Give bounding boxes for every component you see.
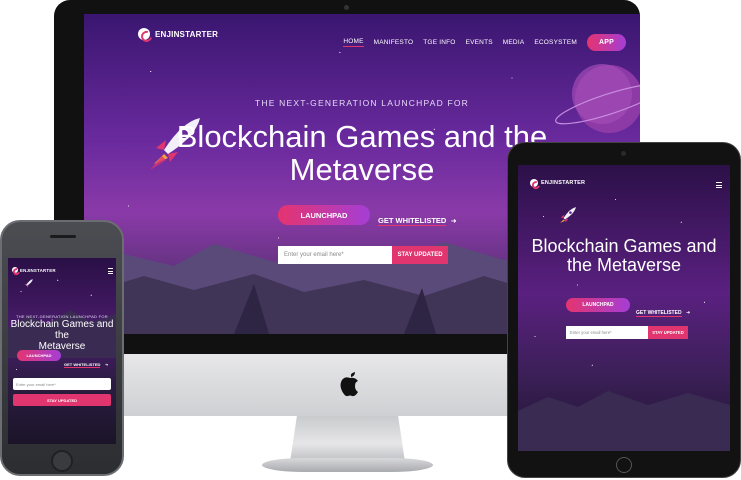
tablet-launchpad-button[interactable]: LAUNCHPAD [566, 298, 630, 312]
ipad-device: ENJINSTARTER Blockchain Games and the Me… [507, 142, 741, 478]
tablet-logo-icon [530, 179, 538, 187]
phone-launchpad-button[interactable]: LAUNCHPAD [17, 350, 61, 361]
tablet-arrow-right-icon: ➜ [686, 310, 691, 316]
phone-get-whitelisted-link[interactable]: GET WHITELISTED ➜ [64, 353, 108, 371]
phone-brand-name: ENJINSTARTER [20, 267, 56, 273]
arrow-right-icon: ➜ [450, 218, 457, 225]
tablet-hamburger-menu-icon[interactable] [716, 182, 722, 188]
main-nav: HOME MANIFESTO TGE INFO EVENTS MEDIA ECO… [343, 34, 626, 51]
imac-camera [344, 5, 349, 10]
get-whitelisted-label: GET WHITELISTED [378, 216, 447, 226]
enjinstarter-logo-icon [138, 28, 150, 40]
nav-item-tge-info[interactable]: TGE INFO [423, 39, 455, 46]
tablet-whitelist-label: GET WHITELISTED [636, 310, 682, 317]
ipad-screen: ENJINSTARTER Blockchain Games and the Me… [518, 165, 730, 451]
nav-item-manifesto[interactable]: MANIFESTO [374, 39, 414, 46]
phone-logo-icon [12, 267, 18, 273]
tablet-hero-background: ENJINSTARTER Blockchain Games and the Me… [518, 165, 730, 451]
tablet-get-whitelisted-link[interactable]: GET WHITELISTED ➜ [636, 301, 690, 319]
tablet-brand-logo[interactable]: ENJINSTARTER [530, 179, 585, 187]
brand-logo[interactable]: ENJINSTARTER [138, 28, 218, 40]
phone-email-input[interactable]: Enter your email here* [13, 378, 111, 390]
phone-headline: Blockchain Games and the Metaverse [8, 319, 116, 352]
phone-rocket-icon [24, 279, 33, 288]
tablet-brand-name: ENJINSTARTER [541, 180, 586, 186]
nav-item-ecosystem[interactable]: ECOSYSTEM [534, 39, 577, 46]
nav-item-events[interactable]: EVENTS [466, 39, 493, 46]
stay-updated-button[interactable]: STAY UPDATED [392, 246, 448, 264]
ipad-camera [621, 151, 626, 156]
phone-whitelist-label: GET WHITELISTED [64, 362, 101, 368]
ipad-home-button [616, 457, 632, 473]
email-input[interactable]: Enter your email here* [278, 246, 392, 264]
iphone-speaker [50, 235, 76, 238]
app-button[interactable]: APP [587, 34, 626, 51]
apple-logo-icon [340, 372, 358, 397]
hero-eyebrow: THE NEXT-GENERATION LAUNCHPAD FOR [254, 98, 470, 108]
brand-name: ENJINSTARTER [155, 29, 219, 39]
tablet-stay-updated-button[interactable]: STAY UPDATED [648, 326, 688, 339]
phone-hamburger-menu-icon[interactable] [108, 268, 113, 274]
tablet-rocks-illustration [518, 391, 730, 451]
imac-stand-foot [262, 458, 433, 472]
iphone-device: ENJINSTARTER THE NEXT-GENERATION LAUNCHP… [0, 220, 124, 476]
nav-item-media[interactable]: MEDIA [503, 39, 525, 46]
phone-arrow-right-icon: ➜ [104, 362, 109, 367]
nav-item-home[interactable]: HOME [343, 38, 364, 47]
tablet-rocket-icon [560, 207, 576, 223]
tablet-email-input[interactable]: Enter your email here* [566, 326, 648, 339]
iphone-screen: ENJINSTARTER THE NEXT-GENERATION LAUNCHP… [8, 258, 116, 444]
imac-stand [290, 416, 405, 462]
get-whitelisted-link[interactable]: GET WHITELISTED ➜ [378, 210, 457, 228]
phone-stay-updated-button[interactable]: STAY UPDATED [13, 394, 111, 406]
tablet-headline-line1: Blockchain Games and [531, 236, 717, 256]
phone-headline-line1: Blockchain Games and the [10, 319, 114, 341]
iphone-home-button [51, 450, 73, 472]
tablet-headline-line2: the Metaverse [566, 255, 682, 276]
launchpad-button[interactable]: LAUNCHPAD [278, 205, 370, 225]
phone-brand-logo[interactable]: ENJINSTARTER [12, 267, 56, 273]
phone-hero-background: ENJINSTARTER THE NEXT-GENERATION LAUNCHP… [8, 258, 116, 444]
tablet-headline: Blockchain Games and the Metaverse [518, 236, 730, 276]
